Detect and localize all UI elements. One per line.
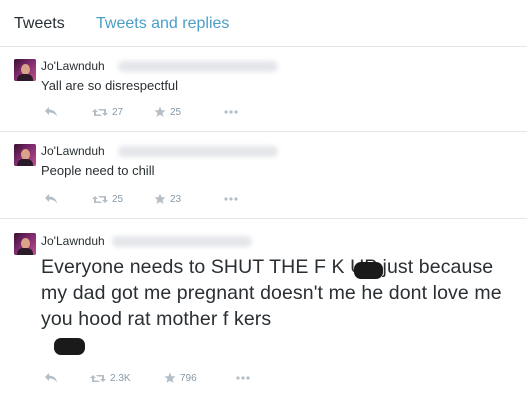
favorite-button[interactable]: 25 xyxy=(154,104,181,120)
profile-timeline: Tweets Tweets and replies Jo'Lawnduh Yal… xyxy=(0,0,527,400)
tweet-text: People need to chill xyxy=(41,163,155,178)
blurred-handle xyxy=(112,236,252,247)
censor-mark xyxy=(354,262,383,279)
favorite-button[interactable]: 23 xyxy=(154,191,181,207)
blurred-handle xyxy=(118,146,278,157)
tweet-2[interactable]: Jo'Lawnduh People need to chill 25 23 xyxy=(0,132,527,219)
retweet-button[interactable]: 25 xyxy=(92,191,123,207)
retweet-count: 27 xyxy=(112,106,124,118)
reply-icon xyxy=(45,373,57,383)
more-icon xyxy=(236,376,250,380)
star-icon xyxy=(154,193,166,204)
favorite-button[interactable]: 796 xyxy=(164,370,197,386)
tweet-text: Yall are so disrespectful xyxy=(41,78,179,93)
timeline-tabs: Tweets Tweets and replies xyxy=(0,0,527,47)
more-button[interactable] xyxy=(224,191,238,207)
favorite-count: 796 xyxy=(180,372,197,384)
retweet-button[interactable]: 2.3K xyxy=(90,370,131,386)
tweet-text: Everyone needs to SHUT THE F K UP just b… xyxy=(41,256,502,330)
retweet-icon xyxy=(92,195,108,203)
tweet-1[interactable]: Jo'Lawnduh Yall are so disrespectful 27 … xyxy=(0,47,527,132)
retweet-icon xyxy=(92,108,108,116)
reply-icon xyxy=(45,107,57,117)
censor-mark xyxy=(54,338,85,355)
reply-icon xyxy=(45,194,57,204)
tweet-actions: 2.3K 796 xyxy=(44,370,274,386)
star-icon xyxy=(164,372,176,383)
avatar[interactable] xyxy=(14,144,36,166)
user-name[interactable]: Jo'Lawnduh xyxy=(41,59,105,73)
reply-button[interactable] xyxy=(44,370,58,386)
retweet-icon xyxy=(90,374,106,382)
user-name[interactable]: Jo'Lawnduh xyxy=(41,234,105,248)
user-name[interactable]: Jo'Lawnduh xyxy=(41,144,105,158)
reply-button[interactable] xyxy=(44,191,58,207)
blurred-handle xyxy=(118,61,278,72)
more-button[interactable] xyxy=(236,370,250,386)
tab-tweets-and-replies[interactable]: Tweets and replies xyxy=(96,14,229,34)
retweet-count: 25 xyxy=(112,193,124,205)
reply-button[interactable] xyxy=(44,104,58,120)
avatar[interactable] xyxy=(14,233,36,255)
retweet-count: 2.3K xyxy=(110,372,131,384)
avatar[interactable] xyxy=(14,59,36,81)
tab-tweets[interactable]: Tweets xyxy=(14,14,65,34)
tweet-actions: 25 23 xyxy=(44,191,274,207)
tweet-actions: 27 25 xyxy=(44,104,274,120)
retweet-button[interactable]: 27 xyxy=(92,104,123,120)
tweet-3[interactable]: Jo'Lawnduh Everyone needs to SHUT THE F … xyxy=(0,219,527,400)
more-icon xyxy=(224,110,238,114)
more-icon xyxy=(224,197,238,201)
more-button[interactable] xyxy=(224,104,238,120)
favorite-count: 25 xyxy=(170,106,182,118)
favorite-count: 23 xyxy=(170,193,182,205)
star-icon xyxy=(154,106,166,117)
